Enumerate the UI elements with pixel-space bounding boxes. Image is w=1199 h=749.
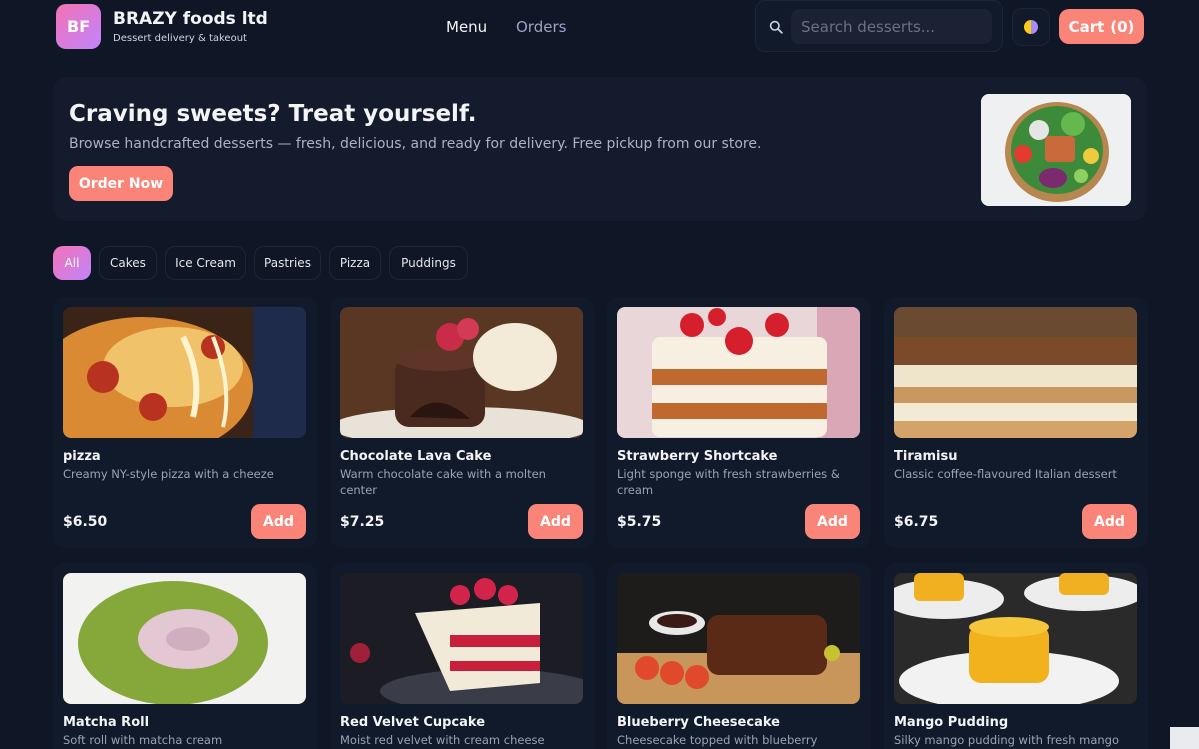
product-desc: Light sponge with fresh strawberries & c… — [617, 467, 840, 497]
product-card: pizza Creamy NY-style pizza with a cheez… — [53, 297, 317, 548]
product-name: Tiramisu — [894, 449, 958, 464]
product-desc: Soft roll with matcha cream — [63, 733, 223, 747]
brand-name: BRAZY foods ltd — [113, 9, 268, 29]
lava-cake-photo — [340, 307, 583, 438]
brand-tagline: Dessert delivery & takeout — [113, 33, 247, 44]
product-desc: Classic coffee-flavoured Italian dessert — [894, 467, 1117, 481]
hero-title: Craving sweets? Treat yourself. — [69, 101, 477, 127]
cart-button[interactable]: Cart (0) — [1059, 9, 1144, 44]
product-card: Chocolate Lava Cake Warm chocolate cake … — [330, 297, 594, 548]
product-card: Matcha Roll Soft roll with matcha cream — [53, 563, 317, 749]
product-desc: Moist red velvet with cream cheese frost… — [340, 733, 545, 747]
order-now-button[interactable]: Order Now — [69, 166, 173, 201]
nav-orders-link[interactable]: Orders — [516, 18, 566, 36]
product-price: $6.75 — [894, 514, 939, 530]
product-name: Red Velvet Cupcake — [340, 715, 486, 730]
product-card: Blueberry Cheesecake Cheesecake topped w… — [607, 563, 871, 749]
product-card: Strawberry Shortcake Light sponge with f… — [607, 297, 871, 548]
filter-all[interactable]: All — [53, 246, 91, 280]
filter-cakes[interactable]: Cakes — [99, 246, 157, 280]
product-desc: Silky mango pudding with fresh mango — [894, 733, 1120, 747]
product-name: pizza — [63, 449, 101, 464]
add-to-cart-button[interactable]: Add — [251, 504, 306, 539]
product-card: Red Velvet Cupcake Moist red velvet with… — [330, 563, 594, 749]
filter-ice-cream[interactable]: Ice Cream — [165, 246, 246, 280]
product-name: Chocolate Lava Cake — [340, 449, 492, 464]
app-page: BF BRAZY foods ltd Dessert delivery & ta… — [0, 0, 1199, 749]
product-desc: Cheesecake topped with blueberry compote — [617, 733, 818, 747]
product-name: Mango Pudding — [894, 715, 1009, 730]
product-card: Tiramisu Classic coffee-flavoured Italia… — [884, 297, 1148, 548]
product-name: Matcha Roll — [63, 715, 150, 730]
search-box — [755, 0, 1003, 52]
cart-count: (0) — [1110, 17, 1135, 36]
nav-menu-link[interactable]: Menu — [446, 18, 487, 36]
raspberry-cake-photo — [340, 573, 583, 704]
main-column: BF BRAZY foods ltd Dessert delivery & ta… — [0, 0, 1170, 749]
product-desc: Warm chocolate cake with a molten center — [340, 467, 546, 497]
product-desc: Creamy NY-style pizza with a cheeze — [63, 467, 274, 481]
product-card: Mango Pudding Silky mango pudding with f… — [884, 563, 1148, 749]
filter-pastries[interactable]: Pastries — [254, 246, 321, 280]
mango-pudding-photo — [894, 573, 1137, 704]
matcha-roll-photo — [63, 573, 306, 704]
search-icon — [769, 20, 783, 34]
brand-logo[interactable]: BF — [56, 4, 101, 49]
header: BF BRAZY foods ltd Dessert delivery & ta… — [0, 0, 1170, 56]
product-name: Blueberry Cheesecake — [617, 715, 780, 730]
shortcake-photo — [617, 307, 860, 438]
half-moon-icon — [1024, 20, 1038, 34]
filter-puddings[interactable]: Puddings — [389, 246, 468, 280]
product-price: $5.75 — [617, 514, 662, 530]
hero-banner: Craving sweets? Treat yourself. Browse h… — [53, 77, 1147, 221]
cart-label: Cart — [1068, 17, 1105, 36]
product-price: $6.50 — [63, 514, 108, 530]
add-to-cart-button[interactable]: Add — [528, 504, 583, 539]
add-to-cart-button[interactable]: Add — [1082, 504, 1137, 539]
theme-toggle-button[interactable] — [1012, 8, 1050, 46]
ribs-photo — [617, 573, 860, 704]
hero-subtitle: Browse handcrafted desserts — fresh, del… — [69, 136, 762, 152]
salad-bowl-photo — [981, 94, 1131, 206]
product-price: $7.25 — [340, 514, 385, 530]
filter-pizza[interactable]: Pizza — [329, 246, 381, 280]
add-to-cart-button[interactable]: Add — [805, 504, 860, 539]
pizza-photo — [63, 307, 306, 438]
tiramisu-photo — [894, 307, 1137, 438]
product-name: Strawberry Shortcake — [617, 449, 778, 464]
search-input[interactable] — [791, 9, 992, 44]
